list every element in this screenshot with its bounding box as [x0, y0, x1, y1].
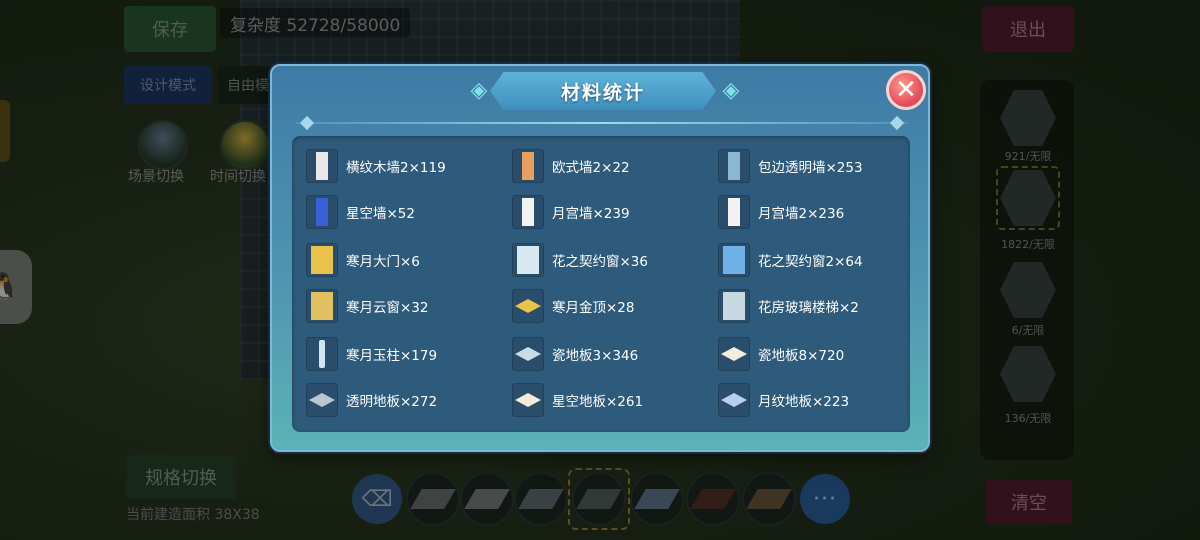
material-item-label: 寒月金顶×28 — [552, 300, 635, 316]
material-item-label: 寒月玉柱×179 — [346, 348, 438, 364]
material-item: 花之契约窗2×64 — [718, 242, 918, 278]
divider-ornament-icon — [889, 115, 905, 131]
flower-contract-window-icon — [512, 243, 544, 277]
porcelain-floor-3-icon — [512, 337, 544, 371]
material-list: 横纹木墙2×119 欧式墙2×22 包边透明墙×253 星空墙×52 月宫墙×239 月宫… — [292, 136, 910, 432]
material-item: 月宫墙×239 — [512, 194, 712, 230]
material-item-label: 月宫墙×239 — [552, 206, 630, 222]
material-item-label: 星空墙×52 — [346, 206, 415, 222]
material-item: 月纹地板×223 — [718, 382, 918, 418]
material-item: 透明地板×272 — [306, 382, 506, 418]
material-item: 花之契约窗×36 — [512, 242, 712, 278]
dialog-title: 材料统计 — [560, 81, 645, 104]
material-item-label: 瓷地板8×720 — [758, 348, 845, 364]
material-item-label: 花房玻璃楼梯×2 — [758, 300, 859, 316]
material-item-label: 星空地板×261 — [552, 394, 644, 410]
cold-moon-cloud-window-icon — [306, 289, 338, 323]
title-banner: 材料统计 — [490, 72, 716, 110]
cold-moon-jade-pillar-icon — [306, 337, 338, 371]
material-item-label: 包边透明墙×253 — [758, 160, 863, 176]
moon-pattern-floor-icon — [718, 383, 750, 417]
material-item: 寒月金顶×28 — [512, 288, 712, 324]
material-item: 寒月玉柱×179 — [306, 336, 506, 372]
material-item-label: 横纹木墙2×119 — [346, 160, 446, 176]
material-item: 包边透明墙×253 — [718, 148, 918, 184]
cold-moon-gate-icon — [306, 243, 338, 277]
material-item-label: 寒月大门×6 — [346, 254, 420, 270]
title-ornament-left-icon: ◈ — [470, 78, 488, 103]
material-item: 花房玻璃楼梯×2 — [718, 288, 918, 324]
striped-wood-wall-icon — [306, 149, 338, 183]
porcelain-floor-8-icon — [718, 337, 750, 371]
material-item-label: 月纹地板×223 — [758, 394, 850, 410]
flower-contract-window-2-icon — [718, 243, 750, 277]
greenhouse-glass-stairs-icon — [718, 289, 750, 323]
material-item: 欧式墙2×22 — [512, 148, 712, 184]
material-item: 星空地板×261 — [512, 382, 712, 418]
edged-transparent-wall-icon — [718, 149, 750, 183]
material-item: 星空墙×52 — [306, 194, 506, 230]
divider-ornament-icon — [299, 115, 315, 131]
starry-floor-icon — [512, 383, 544, 417]
material-item-label: 欧式墙2×22 — [552, 160, 630, 176]
title-ornament-right-icon: ◈ — [722, 78, 740, 103]
material-item: 瓷地板8×720 — [718, 336, 918, 372]
material-item-label: 透明地板×272 — [346, 394, 438, 410]
material-item: 寒月云窗×32 — [306, 288, 506, 324]
moon-palace-wall-2-icon — [718, 195, 750, 229]
material-item-label: 花之契约窗×36 — [552, 254, 648, 270]
material-item: 横纹木墙2×119 — [306, 148, 506, 184]
close-icon[interactable]: ✕ — [886, 70, 926, 110]
starry-wall-icon — [306, 195, 338, 229]
material-item-label: 瓷地板3×346 — [552, 348, 639, 364]
moon-palace-wall-icon — [512, 195, 544, 229]
material-stats-dialog: ◈ 材料统计 ◈ ✕ 横纹木墙2×119 欧式墙2×22 包边透明墙×253 星空墙×… — [270, 64, 930, 452]
material-item-label: 月宫墙2×236 — [758, 206, 845, 222]
material-item: 寒月大门×6 — [306, 242, 506, 278]
cold-moon-golden-roof-icon — [512, 289, 544, 323]
material-item-label: 寒月云窗×32 — [346, 300, 429, 316]
material-item: 瓷地板3×346 — [512, 336, 712, 372]
material-item-label: 花之契约窗2×64 — [758, 254, 863, 270]
title-divider — [296, 122, 908, 124]
transparent-floor-icon — [306, 383, 338, 417]
material-item: 月宫墙2×236 — [718, 194, 918, 230]
european-wall-icon — [512, 149, 544, 183]
